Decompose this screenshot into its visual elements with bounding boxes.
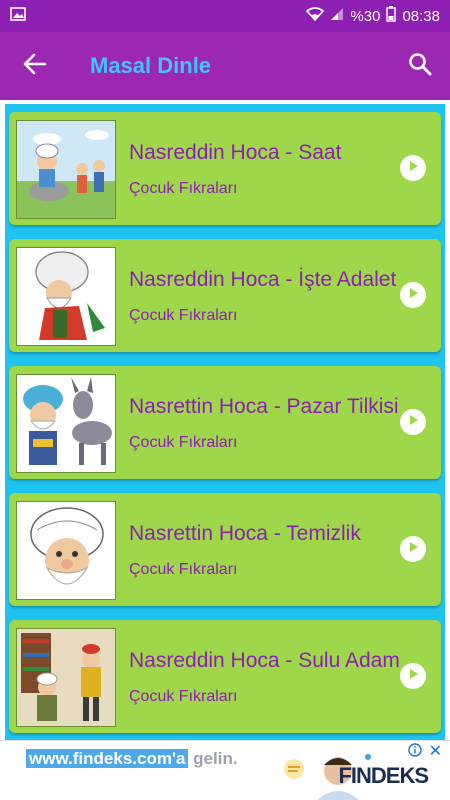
play-icon bbox=[407, 286, 419, 304]
item-title: Nasrettin Hoca - Temizlik bbox=[129, 522, 361, 545]
search-icon bbox=[408, 52, 432, 81]
play-button[interactable] bbox=[400, 282, 426, 308]
item-title: Nasreddin Hoca - Sulu Adam bbox=[129, 649, 400, 672]
play-button[interactable] bbox=[400, 663, 426, 689]
thumbnail-image bbox=[16, 374, 116, 473]
story-list[interactable]: Nasreddin Hoca - Saat Çocuk Fıkraları Na… bbox=[0, 100, 450, 740]
close-icon[interactable]: ✕ bbox=[429, 741, 442, 761]
ad-brand-logo: FINDEKS bbox=[338, 763, 429, 788]
ad-highlight: www.findeks.com'a bbox=[26, 749, 189, 768]
search-button[interactable] bbox=[390, 32, 450, 100]
ad-text: www.findeks.com'a gelin. bbox=[26, 749, 238, 769]
play-icon bbox=[407, 540, 419, 558]
thumbnail-image bbox=[16, 247, 116, 346]
battery-icon bbox=[386, 6, 397, 26]
page-title: Masal Dinle bbox=[90, 53, 212, 78]
item-subtitle: Çocuk Fıkraları bbox=[129, 688, 238, 705]
ad-banner[interactable]: www.findeks.com'a gelin. FINDEKS ✕ bbox=[0, 740, 450, 800]
status-bar: %30 08:38 bbox=[0, 0, 450, 32]
wifi-icon bbox=[306, 7, 325, 25]
item-subtitle: Çocuk Fıkraları bbox=[129, 307, 238, 324]
battery-percent: %30 bbox=[350, 7, 381, 25]
item-title: Nasreddin Hoca - Saat bbox=[129, 141, 342, 164]
item-subtitle: Çocuk Fıkraları bbox=[129, 561, 238, 578]
play-icon bbox=[407, 159, 419, 177]
thumbnail-image bbox=[16, 120, 116, 219]
app-bar: Masal Dinle bbox=[0, 32, 450, 100]
item-subtitle: Çocuk Fıkraları bbox=[129, 434, 238, 451]
thumbnail-image bbox=[16, 628, 116, 727]
ad-rest: gelin. bbox=[188, 749, 238, 768]
back-button[interactable] bbox=[0, 32, 70, 100]
play-icon bbox=[407, 413, 419, 431]
list-item[interactable]: Nasreddin Hoca - İşte Adalet Çocuk Fıkra… bbox=[9, 239, 441, 352]
list-item[interactable]: Nasrettin Hoca - Temizlik Çocuk Fıkralar… bbox=[9, 493, 441, 606]
play-button[interactable] bbox=[400, 536, 426, 562]
list-item[interactable]: Nasrettin Hoca - Pazar Tilkisi Çocuk Fık… bbox=[9, 366, 441, 479]
play-button[interactable] bbox=[400, 155, 426, 181]
list-item[interactable]: Nasreddin Hoca - Sulu Adam Çocuk Fıkrala… bbox=[9, 620, 441, 733]
image-icon bbox=[10, 6, 26, 26]
play-button[interactable] bbox=[400, 409, 426, 435]
play-icon bbox=[407, 667, 419, 685]
item-title: Nasrettin Hoca - Pazar Tilkisi bbox=[129, 395, 399, 418]
item-title: Nasreddin Hoca - İşte Adalet bbox=[129, 268, 397, 291]
signal-icon bbox=[330, 7, 344, 25]
info-icon[interactable] bbox=[408, 743, 422, 762]
thumbnail-image bbox=[16, 501, 116, 600]
item-subtitle: Çocuk Fıkraları bbox=[129, 180, 238, 197]
list-item[interactable]: Nasreddin Hoca - Saat Çocuk Fıkraları bbox=[9, 112, 441, 225]
clock: 08:38 bbox=[402, 7, 440, 25]
arrow-left-icon bbox=[23, 53, 47, 80]
